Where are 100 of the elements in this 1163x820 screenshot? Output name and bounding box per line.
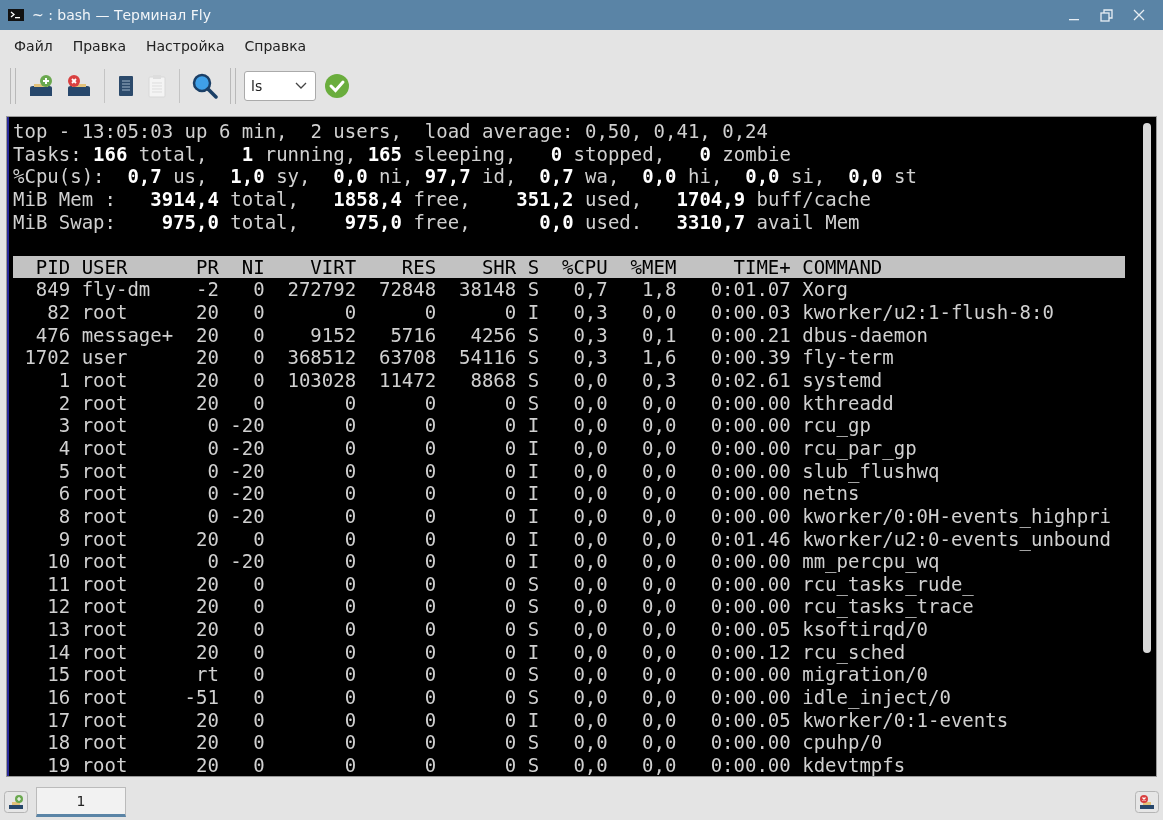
table-cell-text: 0 <box>423 595 437 619</box>
table-cell: -20 <box>230 436 265 460</box>
table-cell-text: 0 <box>423 301 437 324</box>
table-cell-text: idle_inject/0 <box>802 686 952 709</box>
table-cell-text: 0,0 <box>641 391 677 415</box>
table-cell-text: fly-term <box>802 346 895 370</box>
table-cell-text: 0 <box>423 414 437 437</box>
table-cell: message+ <box>81 323 174 347</box>
menu-item[interactable]: Файл <box>4 36 63 56</box>
table-cell-text: 20 <box>195 346 219 370</box>
menu-item[interactable]: Настройка <box>135 36 235 56</box>
table-cell-text: 0 <box>423 753 437 776</box>
terminal-icon <box>8 9 24 21</box>
table-cell-text: 0:01.46 <box>709 527 791 551</box>
close-icon[interactable] <box>1133 9 1145 21</box>
table-cell-text: 0,3 <box>572 323 608 347</box>
table-cell-text: kworker/u2:0-events_unbound <box>802 527 1113 551</box>
table-cell-text: 0 <box>503 527 517 551</box>
table-cell-text: 0,0 <box>572 391 608 415</box>
table-cell-text: root <box>81 663 129 687</box>
table-cell-text: 0,0 <box>572 436 608 460</box>
table-cell-text: 0,0 <box>641 436 677 460</box>
table-cell-text: 0 <box>503 572 517 596</box>
table-cell-text: 0:00.00 <box>709 504 791 528</box>
copy-icon[interactable] <box>117 75 135 97</box>
table-cell-text: 0 <box>343 572 357 596</box>
new-tab-icon[interactable] <box>28 74 54 98</box>
restore-icon[interactable] <box>1100 8 1113 22</box>
table-cell-text: 0 <box>343 753 357 776</box>
table-cell-text: 0,0 <box>572 482 608 505</box>
table-cell-text: 0 <box>423 482 437 505</box>
table-cell-text: 0 <box>343 301 357 324</box>
table-cell-text: 0,0 <box>572 686 608 709</box>
search-icon[interactable] <box>192 73 218 99</box>
table-cell-text: 82 <box>46 301 71 324</box>
table-cell-text: slub_flushwq <box>802 459 941 483</box>
table-cell-text: rt <box>195 663 219 687</box>
table-cell-text: 0:00.12 <box>709 640 791 664</box>
table-cell-text: root <box>81 618 129 641</box>
table-cell-text: 0,0 <box>641 753 677 776</box>
summary-line: %Cpu(s): 0,7 us, 1,0 sy, 0,0 ni, 97,7 id, 0,7 wa, 0,0 hi, 0,0 si, 0,0 st <box>13 165 918 188</box>
table-cell: S <box>527 391 540 415</box>
table-cell-text: 0 <box>503 640 517 664</box>
tab[interactable]: 1 <box>36 787 126 817</box>
table-cell-text: 0:00.00 <box>709 414 791 437</box>
table-cell-text: 0 <box>423 527 437 551</box>
table-cell-text: 368512 <box>286 346 357 370</box>
table-cell-text: 0 <box>503 504 517 528</box>
run-icon[interactable] <box>324 73 350 99</box>
table-cell-text: 0:00.00 <box>709 482 791 505</box>
table-cell-text: 0,0 <box>641 482 677 505</box>
table-cell-text: 0:00.00 <box>709 572 791 596</box>
command-combo[interactable]: ls <box>244 71 316 101</box>
table-cell-text: 13 <box>46 618 71 641</box>
table-cell-text: 0 <box>503 595 517 619</box>
table-cell-text: 0,0 <box>572 550 608 573</box>
table-cell-text: 0:00.00 <box>709 436 791 460</box>
table-cell-text: 0 <box>343 482 357 505</box>
table-cell: S <box>527 323 540 347</box>
scrollbar-thumb[interactable] <box>1143 123 1151 653</box>
table-cell-text: 0 <box>252 369 265 392</box>
table-cell: S <box>527 618 540 641</box>
table-cell-text: 0,0 <box>641 572 677 596</box>
table-cell-text: 1,8 <box>641 278 677 302</box>
table-cell-text: 0 <box>343 414 357 437</box>
table-cell-text: root <box>81 550 129 573</box>
table-cell-text: 0 <box>343 595 357 619</box>
close-tab-icon[interactable] <box>66 74 92 98</box>
table-cell-text: 0 <box>503 708 517 732</box>
table-cell-text: 0,0 <box>641 527 677 551</box>
chevron-down-icon <box>295 82 307 90</box>
table-cell-text: 0,3 <box>572 301 608 324</box>
table-cell-text: 0:00.00 <box>709 686 791 709</box>
table-cell-text: 849 <box>34 278 71 302</box>
table-cell-text: 19 <box>46 753 71 776</box>
table-cell-text: 0,0 <box>641 708 677 732</box>
table-cell-text: 0 <box>252 753 265 776</box>
table-cell: S <box>527 595 540 619</box>
table-cell-text: 0,0 <box>641 663 677 687</box>
table-cell-text: 9152 <box>309 323 357 347</box>
table-cell-text: 14 <box>46 640 71 664</box>
table-cell-text: 20 <box>195 391 219 415</box>
table-cell-text: 0,0 <box>641 618 677 641</box>
table-cell-text: 0 <box>206 504 219 528</box>
table-cell-text: 8 <box>57 504 71 528</box>
table-cell: I <box>527 301 540 324</box>
table-cell: I <box>527 527 540 551</box>
table-cell-text: 0 <box>206 459 219 483</box>
table-cell-text: 0,0 <box>572 459 608 483</box>
new-tab-icon[interactable] <box>4 791 28 813</box>
table-cell-text: 0 <box>206 436 219 460</box>
table-cell-text: 6 <box>57 482 71 505</box>
table-cell: S <box>527 369 540 392</box>
table-cell-text: 16 <box>46 686 71 709</box>
close-tab-icon[interactable] <box>1135 791 1159 813</box>
table-cell-text: 0 <box>503 391 517 415</box>
table-cell-text: 0 <box>503 731 517 754</box>
menu-item[interactable]: Справка <box>234 36 317 56</box>
menu-item[interactable]: Правка <box>62 36 136 56</box>
table-cell-text: 0 <box>423 391 437 415</box>
